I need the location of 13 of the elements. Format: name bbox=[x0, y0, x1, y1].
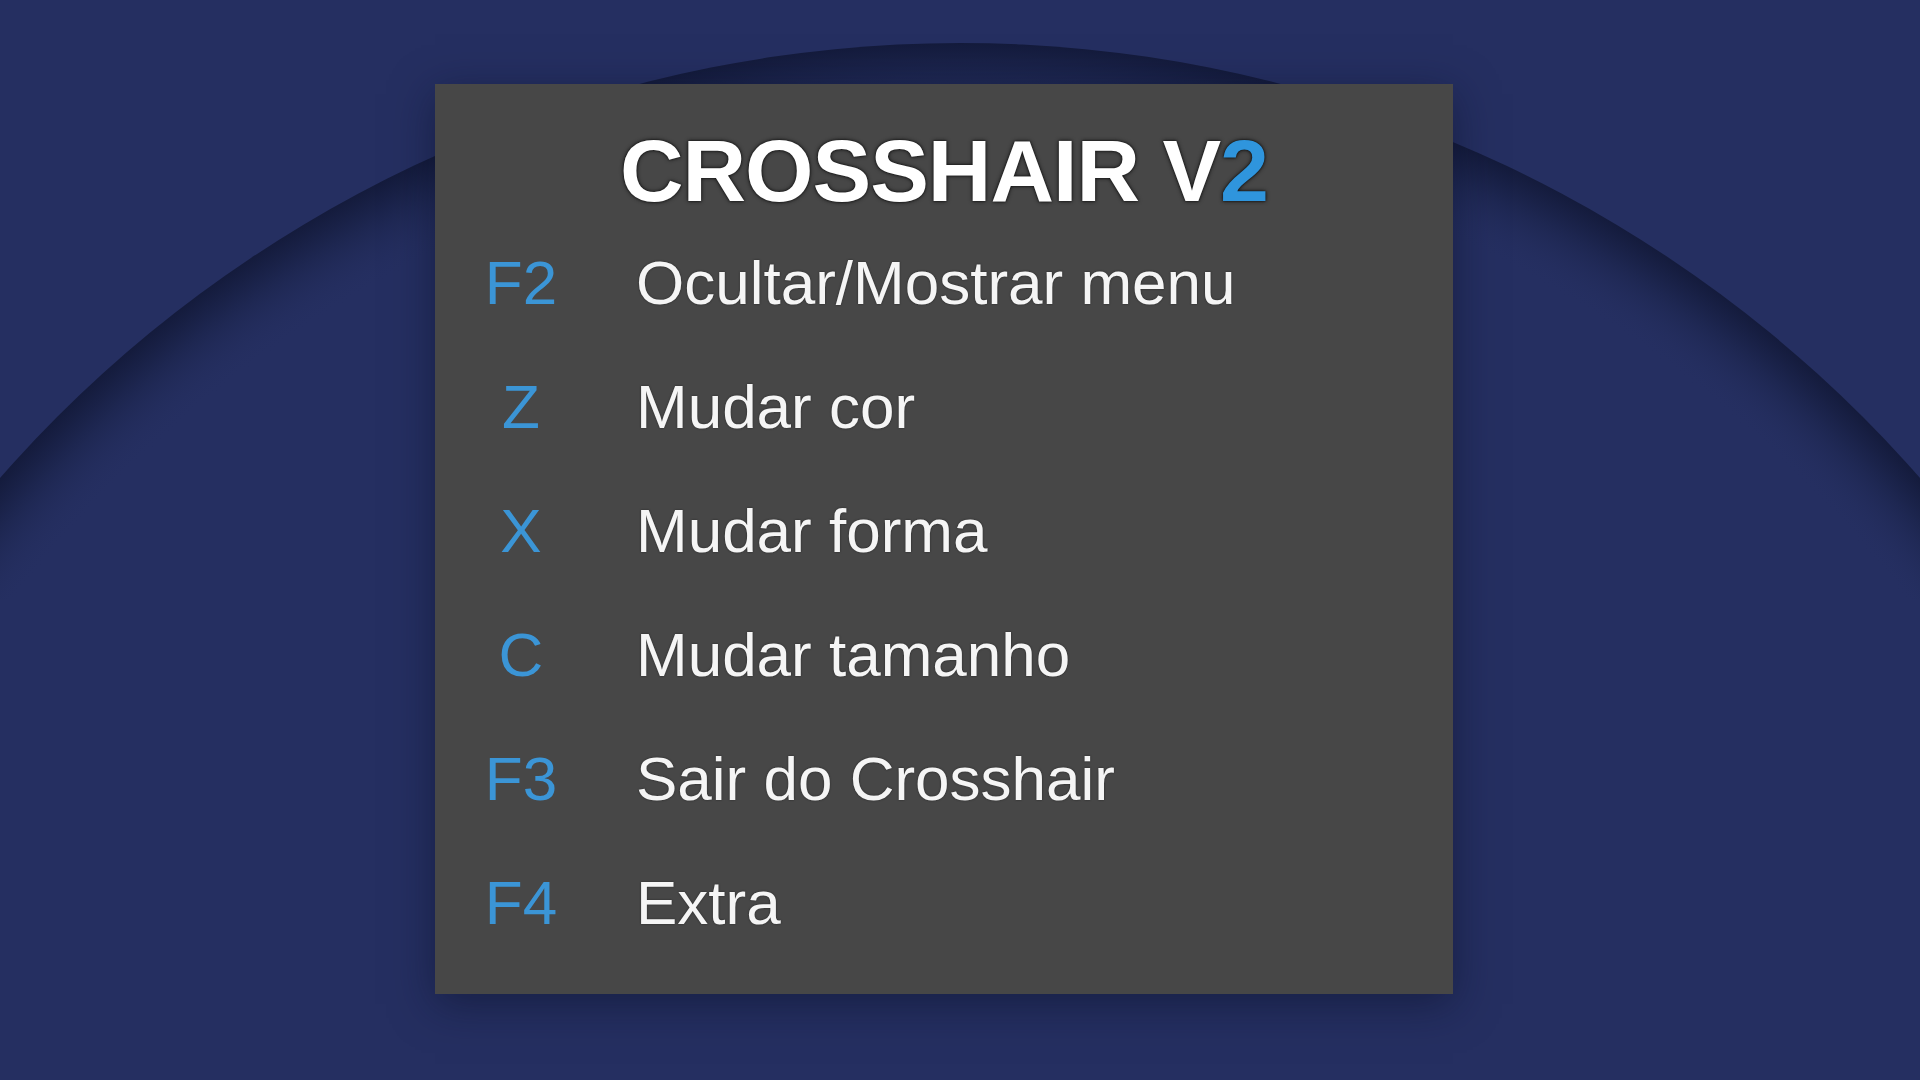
shortcut-key: Z bbox=[502, 376, 540, 438]
shortcut-key: X bbox=[500, 500, 542, 562]
shortcut-description: Ocultar/Mostrar menu bbox=[636, 252, 1236, 314]
shortcut-description: Sair do Crosshair bbox=[636, 748, 1115, 810]
shortcut-description: Mudar forma bbox=[636, 500, 988, 562]
app-title: CROSSHAIR V2 bbox=[619, 127, 1269, 215]
shortcut-description: Mudar tamanho bbox=[636, 624, 1071, 686]
shortcut-key: C bbox=[498, 624, 544, 686]
shortcut-key: F2 bbox=[484, 252, 558, 314]
shortcut-description: Mudar cor bbox=[636, 376, 916, 438]
shortcut-description: Extra bbox=[636, 872, 781, 934]
shortcut-key: F3 bbox=[484, 748, 558, 810]
shortcut-key: F4 bbox=[484, 872, 558, 934]
